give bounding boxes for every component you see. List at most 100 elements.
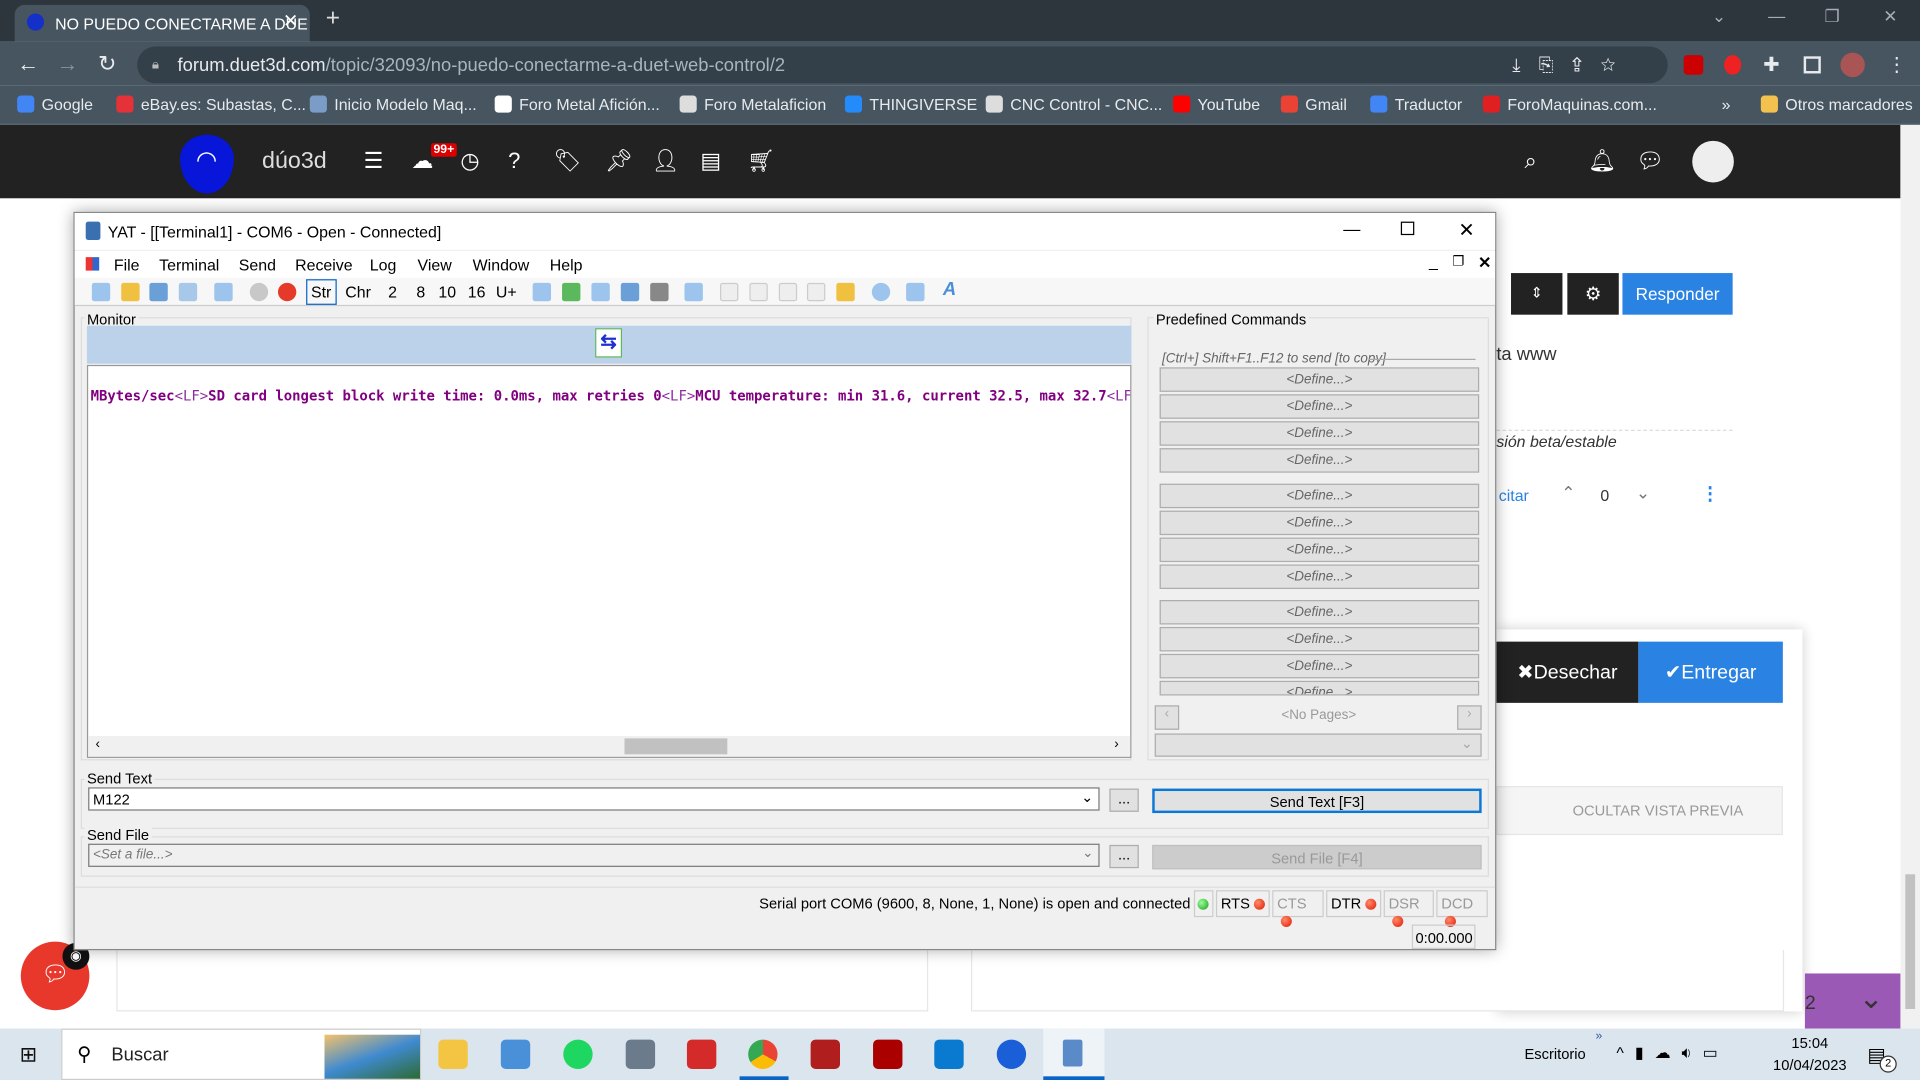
yat-minimize-icon[interactable]: — [1343, 219, 1360, 239]
menu-window[interactable]: Window [473, 256, 530, 274]
quote-link[interactable]: citar [1499, 486, 1529, 504]
search-icon[interactable]: ⌕ [1524, 148, 1536, 174]
recent-icon[interactable]: ◷ [460, 148, 479, 174]
edit-settings-icon[interactable] [214, 282, 233, 302]
open-terminal-icon[interactable] [121, 282, 140, 302]
gear-icon[interactable]: ⚙ [1567, 273, 1619, 315]
notifications-bell-icon[interactable]: 🔔︎ [1588, 148, 1616, 174]
mdi-close-icon[interactable]: ✕ [1478, 253, 1491, 273]
menu-receive[interactable]: Receive [295, 256, 353, 274]
new-terminal-icon[interactable] [91, 282, 111, 302]
brand-name[interactable]: dúo3d [262, 148, 327, 175]
copy-icon[interactable] [591, 282, 610, 302]
send-file-input[interactable]: <Set a file...> ⌄ [88, 843, 1100, 867]
monitor-hscrollbar[interactable]: ‹ › [88, 735, 1131, 757]
radix-dec-button[interactable]: 10 [438, 283, 456, 301]
menu-help[interactable]: Help [550, 256, 583, 274]
prev-page-button[interactable]: ‹ [1154, 705, 1180, 730]
monitor-output[interactable]: MBytes/sec<LF>SD card longest block writ… [86, 364, 1132, 758]
bookmark-item[interactable]: ForoMaquinas.com... [1482, 95, 1657, 114]
profile-avatar[interactable] [1840, 52, 1865, 78]
menu-kebab-icon[interactable]: ⋮ [1887, 53, 1907, 77]
send-text-button[interactable]: Send Text [F3] [1152, 788, 1482, 814]
log-folder-icon[interactable] [836, 282, 855, 302]
log-on-icon[interactable] [749, 282, 768, 302]
help-icon[interactable]: ? [508, 148, 520, 174]
respond-button[interactable]: Responder [1622, 273, 1733, 315]
cart-icon[interactable]: 🛒︎ [747, 148, 775, 174]
app-red-icon[interactable] [873, 1039, 903, 1069]
restore-icon[interactable]: ❐ [1824, 6, 1839, 27]
file-explorer-icon[interactable] [438, 1039, 468, 1069]
chat-icon[interactable]: 💬︎ [1636, 148, 1664, 174]
radix-hex-button[interactable]: 16 [468, 283, 486, 301]
radix-chr-button[interactable]: Chr [345, 283, 371, 301]
save-all-icon[interactable] [178, 282, 198, 302]
predefined-command-10[interactable]: <Define...> [1159, 626, 1480, 652]
windows-start-icon[interactable]: ⊞ [20, 1043, 37, 1067]
bookmark-item[interactable]: CNC Control - CNC... [985, 95, 1162, 114]
log-off-icon[interactable] [778, 282, 798, 302]
radix-oct-button[interactable]: 8 [416, 283, 425, 301]
bookmark-item[interactable]: THINGIVERSE [844, 95, 977, 114]
predefined-command-11[interactable]: <Define...> [1159, 653, 1480, 679]
chevron-down-icon[interactable]: ⌄ [1082, 845, 1093, 861]
clock[interactable]: 15:04 10/04/2023 [1771, 1035, 1849, 1074]
back-icon[interactable]: ← [17, 51, 39, 77]
side-panel-icon[interactable] [1803, 56, 1821, 74]
chevron-double-down-icon[interactable]: ⌄ [1859, 981, 1884, 1017]
page-scrollbar[interactable] [1900, 124, 1920, 1029]
close-window-icon[interactable]: ✕ [1883, 6, 1897, 27]
pagination-widget[interactable]: 2 ⌄ [1804, 973, 1901, 1029]
refresh-icon[interactable] [562, 282, 581, 302]
predefined-command-1[interactable]: <Define...> [1159, 367, 1480, 392]
pin-icon[interactable]: 📌︎ [605, 148, 633, 174]
predefined-command-3[interactable]: <Define...> [1159, 421, 1480, 446]
bookmark-item[interactable]: eBay.es: Subastas, C... [116, 95, 306, 114]
other-bookmarks[interactable]: Otros marcadores [1760, 95, 1913, 114]
url-text[interactable]: forum.duet3d.com/topic/32093/no-puedo-co… [178, 55, 786, 76]
taskbar-search[interactable]: ⚲ Buscar [61, 1028, 422, 1080]
submit-button[interactable]: ✔Entregar [1638, 641, 1783, 703]
open-port-icon[interactable] [249, 282, 269, 302]
discard-button[interactable]: ✖Desechar [1496, 641, 1639, 703]
solidworks-icon[interactable] [810, 1039, 840, 1069]
predefined-command-9[interactable]: <Define...> [1159, 600, 1480, 625]
categories-icon[interactable]: ☰ [364, 148, 384, 174]
signal-dcd[interactable]: DCD [1436, 890, 1488, 927]
menu-file[interactable]: File [114, 256, 140, 274]
next-page-button[interactable]: › [1457, 705, 1482, 730]
tab-search-icon[interactable]: ⌄ [1712, 6, 1726, 27]
page-select[interactable]: ⌄ [1154, 733, 1482, 757]
menu-send[interactable]: Send [239, 256, 276, 274]
send-file-browse-button[interactable]: ... [1109, 844, 1139, 869]
yat-taskbar-button[interactable] [1043, 1028, 1105, 1080]
close-tab-icon[interactable]: ✕ [283, 10, 298, 32]
bookmark-item[interactable]: Foro Metal Afición... [494, 95, 660, 114]
browser-tab[interactable]: NO PUEDO CONECTARME A DUE [14, 4, 310, 42]
yat-close-icon[interactable]: ✕ [1458, 218, 1474, 242]
format-icon[interactable] [532, 282, 552, 302]
yat-maximize-icon[interactable] [1400, 221, 1415, 236]
close-port-icon[interactable] [277, 282, 297, 302]
sort-icon[interactable]: ⇕ [1511, 273, 1563, 315]
user-avatar[interactable] [1692, 140, 1734, 183]
chevron-down-icon[interactable]: ⌄ [1081, 789, 1093, 806]
find-icon[interactable] [684, 282, 703, 302]
taskbar-overflow-icon[interactable]: » [1596, 1030, 1603, 1043]
minimize-icon[interactable]: — [1768, 6, 1785, 26]
new-tab-button[interactable]: + [326, 5, 340, 33]
bookmark-item[interactable]: Gmail [1280, 95, 1347, 114]
menu-view[interactable]: View [418, 256, 452, 274]
bookmark-item[interactable]: Google [17, 95, 93, 114]
radix-unicode-button[interactable]: U+ [496, 283, 517, 301]
signal-rts[interactable]: RTS [1215, 890, 1270, 918]
font-icon[interactable]: A [943, 279, 956, 300]
print-icon[interactable] [650, 282, 669, 302]
predefined-command-12[interactable]: <Define...> [1159, 680, 1480, 696]
send-text-options-button[interactable]: ... [1109, 788, 1139, 812]
extensions-puzzle-icon[interactable]: ✚ [1763, 53, 1779, 77]
radix-bin-button[interactable]: 2 [388, 283, 397, 301]
composer-editor[interactable] [116, 950, 929, 1012]
radix-str-button[interactable]: Str [306, 279, 337, 305]
